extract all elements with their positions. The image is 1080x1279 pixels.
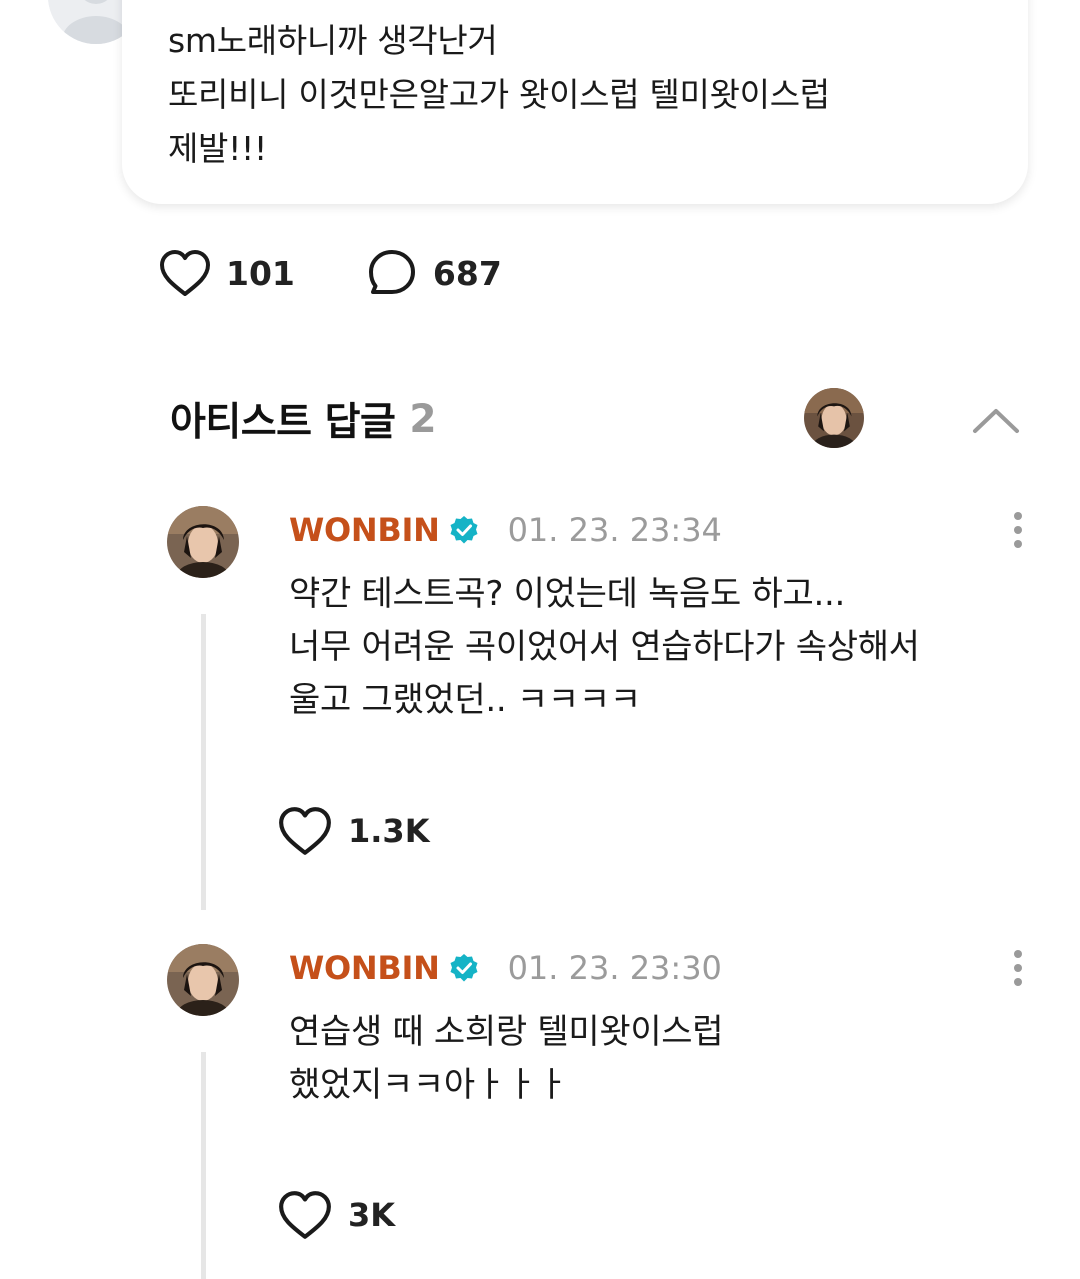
reply-text: 약간 테스트곡? 이었는데 녹음도 하고... 너무 어려운 곡이었어서 연습하… [289, 574, 920, 720]
chevron-up-icon [973, 409, 1019, 433]
heart-outline-icon [158, 246, 212, 300]
artist-photo-icon [804, 388, 864, 448]
reply-like-count: 3K [348, 1196, 396, 1234]
comment-like-button[interactable]: 101 [158, 246, 295, 300]
reply-meta: WONBIN 01. 23. 23:30 [289, 944, 722, 992]
heart-outline-icon [276, 802, 334, 860]
comment-reply-count: 687 [432, 253, 502, 293]
comment-text: sm노래하니까 생각난거 또리비니 이것만은알고가 왓이스럽 텔미왓이스럽 제발… [168, 21, 830, 168]
verified-badge-icon [448, 952, 480, 984]
artist-replies-title: 아티스트 답글 [170, 400, 396, 445]
reply-author-avatar[interactable] [167, 944, 239, 1016]
comment-detail-screen: sm노래하니까 생각난거 또리비니 이것만은알고가 왓이스럽 텔미왓이스럽 제발… [0, 0, 1080, 1279]
thread-line [201, 1052, 206, 1279]
reply-meta: WONBIN 01. 23. 23:34 [289, 506, 722, 554]
reply-author-name[interactable]: WONBIN [289, 949, 440, 987]
reply-date: 01. 23. 23:30 [507, 949, 722, 987]
artist-replies-count: 2 [409, 396, 437, 442]
vertical-dots-icon [1014, 950, 1022, 986]
reply-text: 연습생 때 소희랑 텔미왓이스럽 했었지ㅋㅋ아ㅏㅏㅏ [289, 1012, 724, 1105]
artist-replies-header: 아티스트 답글 2 [170, 386, 1032, 452]
verified-badge-icon [448, 514, 480, 546]
reply-date: 01. 23. 23:34 [507, 511, 722, 549]
reply-author-name[interactable]: WONBIN [289, 511, 440, 549]
reply-author-avatar[interactable] [167, 506, 239, 578]
speech-bubble-icon [365, 246, 419, 300]
reply-like-count: 1.3K [348, 812, 430, 850]
collapse-replies-button[interactable] [968, 392, 1024, 448]
comment-actions: 101 687 [158, 246, 502, 300]
artist-photo-icon [167, 944, 239, 1016]
comment-reply-button[interactable]: 687 [365, 246, 502, 300]
heart-outline-icon [276, 1186, 334, 1244]
artist-avatar[interactable] [804, 388, 864, 448]
comment-bubble: sm노래하니까 생각난거 또리비니 이것만은알고가 왓이스럽 텔미왓이스럽 제발… [122, 0, 1028, 204]
thread-line [201, 614, 206, 910]
artist-photo-icon [167, 506, 239, 578]
reply-like-button[interactable]: 1.3K [276, 802, 429, 860]
reply-more-button[interactable] [998, 944, 1038, 992]
comment-like-count: 101 [226, 253, 295, 293]
vertical-dots-icon [1014, 512, 1022, 548]
reply-like-button[interactable]: 3K [276, 1186, 395, 1244]
reply-more-button[interactable] [998, 506, 1038, 554]
